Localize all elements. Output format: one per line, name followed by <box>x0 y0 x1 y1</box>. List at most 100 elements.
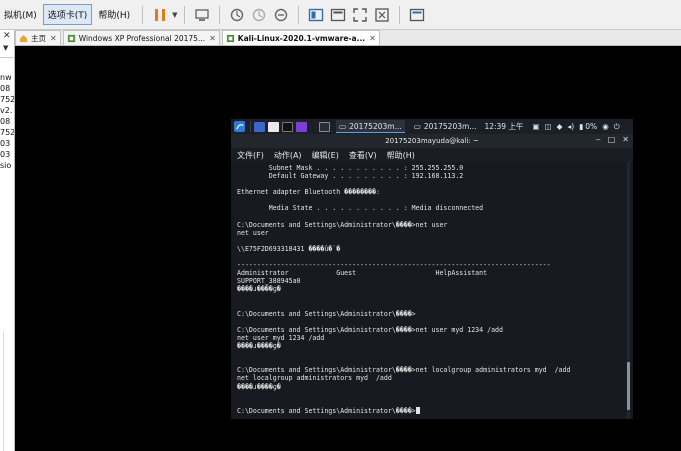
vm-tab-bar: 主页 ✕ Windows XP Professional 20175... ✕ Kali… <box>15 30 681 46</box>
volume-icon[interactable]: ◂) <box>567 122 574 131</box>
library-sidebar: ✕ ▼ nw 08 752 v2. 08 752 03 03 sio <box>0 30 15 451</box>
bell-icon[interactable]: ◆ <box>557 122 563 131</box>
terminal-line: Subnet Mask . . . . . . . . . . . : 255.… <box>237 164 617 172</box>
snapshot-icon[interactable] <box>228 6 246 24</box>
terminal-line-text: ----------------------------------------… <box>237 261 551 270</box>
vm-tab[interactable]: 主页 ✕ <box>15 30 61 45</box>
terminal-line: net user myd 1234 /add <box>237 334 617 342</box>
library-item-fragment[interactable]: 03 <box>0 138 14 149</box>
workspace-switcher-icon[interactable] <box>319 121 330 132</box>
menu-item[interactable]: 拟机(M) <box>0 5 41 24</box>
view-settings-icon[interactable] <box>408 6 426 24</box>
terminal-title: 20175203mayuda@kali: ~ <box>385 137 479 145</box>
terminal-menu-item[interactable]: 动作(A) <box>274 150 302 161</box>
battery-icon[interactable]: ▮ <box>579 122 583 131</box>
workspace-1-icon[interactable] <box>254 121 265 132</box>
power-icon[interactable]: ⏻ <box>614 122 620 132</box>
terminal-launcher-icon[interactable] <box>282 121 293 132</box>
terminal-line-text: net user myd 1234 /add <box>237 333 325 342</box>
terminal-menu-item[interactable]: 查看(V) <box>349 150 377 161</box>
terminal-line-text: ����ɹ����ɡ� <box>237 382 281 391</box>
library-header: ✕ ▼ <box>0 30 14 58</box>
library-item-fragment[interactable]: nw <box>0 72 14 83</box>
terminal-line-text: ����ɹ����ɡ� <box>237 342 281 351</box>
terminal-menu-item[interactable]: 帮助(H) <box>387 150 415 161</box>
library-item-fragment[interactable]: 03 <box>0 149 14 160</box>
terminal-window-icon: ▭ <box>339 121 347 131</box>
panel-clock[interactable]: 12:39 上午 <box>484 121 523 132</box>
unity-view-icon[interactable] <box>373 6 391 24</box>
toolbar-separator <box>297 5 299 24</box>
console-view-icon[interactable] <box>307 6 325 24</box>
menu-item[interactable]: 选项卡(T) <box>42 4 93 25</box>
chevron-down-icon[interactable]: ▼ <box>3 44 8 52</box>
pause-icon[interactable] <box>151 6 169 24</box>
library-item-fragment[interactable]: 08 <box>0 83 14 94</box>
terminal-line: ����ɹ����ɡ� <box>237 383 617 391</box>
network-icon[interactable]: ◫ <box>545 122 552 131</box>
tab-close-icon[interactable]: ✕ <box>209 34 216 43</box>
library-item-fragment[interactable]: 752 <box>0 127 14 138</box>
library-item-fragment[interactable]: sio <box>0 160 14 171</box>
lock-icon[interactable]: ◉ <box>602 122 609 131</box>
terminal-line-text: Ethernet adapter Bluetooth ��������: <box>237 188 380 197</box>
terminal-menu-item[interactable]: 文件(F) <box>237 150 264 161</box>
taskbar-window-label: 20175203m... <box>349 121 402 131</box>
close-window-icon[interactable]: ✕ <box>622 135 629 144</box>
terminal-line-text: SUPPORT_388945a0 <box>237 277 301 286</box>
library-item-fragment[interactable]: 752 <box>0 94 14 105</box>
taskbar-window-2[interactable]: ▭ 20175203m... <box>411 120 480 133</box>
vm-tab-label: Windows XP Professional 20175... <box>78 33 206 43</box>
app-launcher-icon[interactable] <box>296 121 307 132</box>
terminal-line: Administrator Guest HelpAssistant <box>237 269 617 277</box>
snapshot-manager-icon[interactable] <box>272 6 290 24</box>
kali-top-panel: ▭ 20175203m... ▭ 20175203m... 12:39 上午 ▣… <box>231 119 633 134</box>
terminal-titlebar[interactable]: 20175203mayuda@kali: ~ ‒ □ ✕ <box>231 134 633 148</box>
menu-item[interactable]: 帮助(H) <box>94 5 134 24</box>
notification-icon[interactable]: ▣ <box>532 122 539 131</box>
terminal-line-text: Default Gateway . . . . . . . . . : 192.… <box>237 172 464 181</box>
vm-tab-label: 主页 <box>31 33 46 43</box>
terminal-scroll-thumb[interactable] <box>627 362 630 410</box>
terminal-line: ����ɹ����ɡ� <box>237 342 617 350</box>
terminal-line-text: C:\Documents and Settings\Administrator\… <box>237 406 416 415</box>
minimize-icon[interactable]: ‒ <box>596 135 601 144</box>
thumbnail-view-icon[interactable] <box>329 6 347 24</box>
terminal-line: net user <box>237 229 617 237</box>
library-item-fragment[interactable]: v2. <box>0 105 14 116</box>
pause-dropdown-icon[interactable]: ▼ <box>172 11 177 19</box>
maximize-icon[interactable]: □ <box>608 135 616 144</box>
kali-menu-icon[interactable] <box>234 121 245 132</box>
host-menubar: 拟机(M) 选项卡(T) 帮助(H) ▼ <box>0 0 681 30</box>
terminal-scrollbar[interactable] <box>627 162 630 419</box>
terminal-line-text: net user <box>237 228 269 237</box>
send-ctrl-alt-del-icon[interactable] <box>193 6 211 24</box>
tab-close-icon[interactable]: ✕ <box>50 34 57 43</box>
terminal-window-icon: ▭ <box>413 122 421 131</box>
library-scrollbar[interactable] <box>3 331 12 451</box>
file-manager-icon[interactable] <box>268 121 279 132</box>
library-item-fragment[interactable]: 08 <box>0 116 14 127</box>
terminal-line: C:\Documents and Settings\Administrator\… <box>237 310 617 318</box>
tab-close-icon[interactable]: ✕ <box>369 34 376 43</box>
vm-tab[interactable]: Windows XP Professional 20175... ✕ <box>62 30 220 45</box>
terminal-body[interactable]: Subnet Mask . . . . . . . . . . . : 255.… <box>231 162 633 419</box>
fullscreen-icon[interactable] <box>351 6 369 24</box>
terminal-line-text: \\E75F2D693318431 ����û�`� <box>237 244 341 253</box>
restore-snapshot-icon[interactable] <box>250 6 268 24</box>
terminal-menu-item[interactable]: 编辑(E) <box>312 150 339 161</box>
vm-tab-label: Kali-Linux-2020.1-vmware-a... <box>237 33 366 43</box>
vm-tab[interactable]: Kali-Linux-2020.1-vmware-a... ✕ <box>221 30 380 45</box>
terminal-line: Default Gateway . . . . . . . . . : 192.… <box>237 172 617 180</box>
terminal-line: C:\Documents and Settings\Administrator\… <box>237 366 617 374</box>
close-icon[interactable]: ✕ <box>3 31 11 41</box>
taskbar-window-1[interactable]: ▭ 20175203m... <box>336 120 405 133</box>
